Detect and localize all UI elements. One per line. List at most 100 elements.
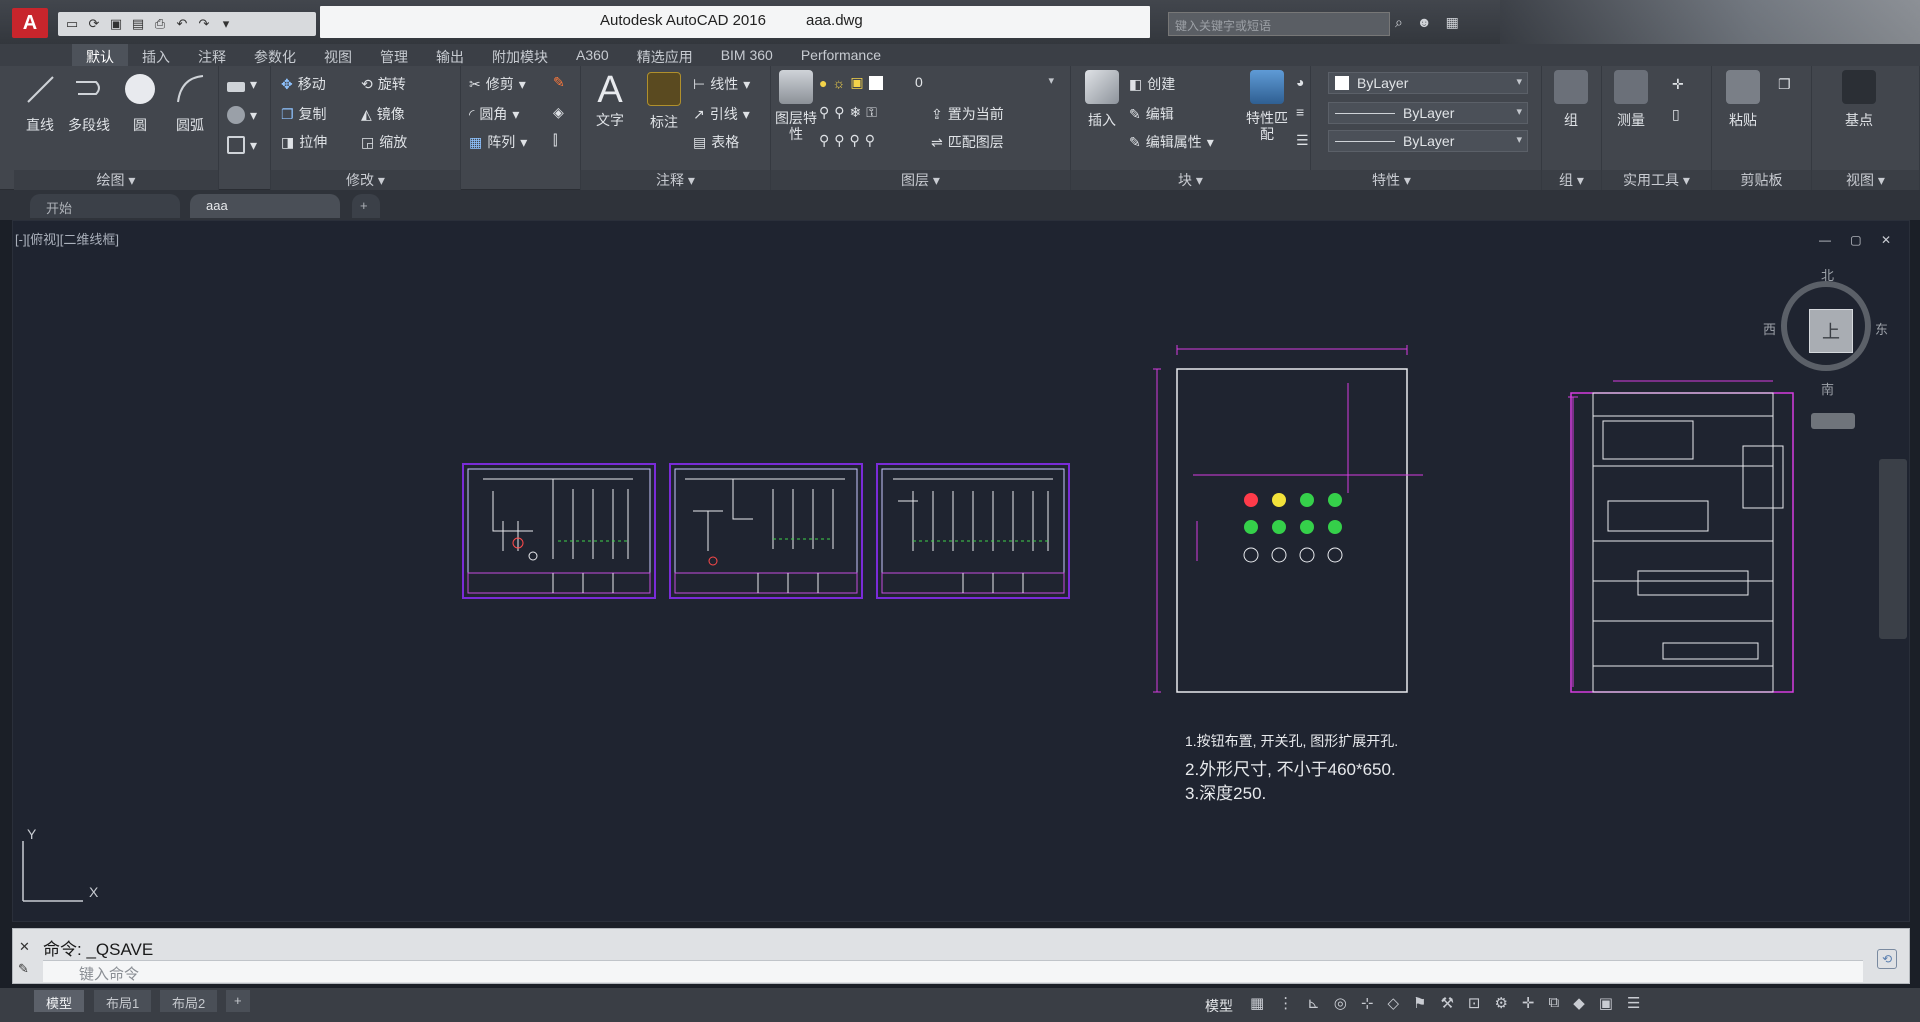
model-tab[interactable]: 模型 (34, 990, 85, 1012)
linetype-dropdown[interactable]: ByLayer (1328, 102, 1528, 124)
panel-modify-title[interactable]: 修改 ▾ (271, 170, 460, 190)
match-layer-button[interactable]: ⇌ 匹配图层 (931, 132, 1004, 152)
viewcube-face[interactable]: 上 (1809, 309, 1853, 353)
make-current-button[interactable]: ⇪ 置为当前 (931, 104, 1004, 124)
panel-utilities-title[interactable]: 实用工具 ▾ (1602, 170, 1711, 190)
panel-view-title[interactable]: 视图 ▾ (1812, 170, 1919, 190)
stretch-button[interactable]: ◨ 拉伸 (281, 132, 327, 152)
explode-button[interactable]: ◈ (553, 104, 564, 121)
panel-layers-title[interactable]: 图层 ▾ (771, 170, 1070, 190)
osnap-icon[interactable]: ⊹ (1361, 994, 1374, 1012)
polar-icon[interactable]: ◎ (1334, 994, 1347, 1012)
snap-icon[interactable]: ⋮ (1278, 994, 1293, 1012)
lineweight-dropdown[interactable]: ByLayer (1328, 130, 1528, 152)
color-wheel-icon[interactable]: ◕ (1296, 74, 1304, 90)
text-button[interactable]: A 文字 (581, 70, 639, 130)
layer-merge-icon[interactable]: ⚲ (834, 132, 844, 149)
line-button[interactable]: 直线 (20, 72, 60, 135)
tab-bim360[interactable]: BIM 360 (707, 44, 787, 66)
tab-a360[interactable]: A360 (562, 44, 623, 66)
user-icon[interactable]: ☻ (1417, 14, 1432, 31)
signin-icon[interactable]: ▦ (1446, 14, 1459, 31)
mirror-button[interactable]: ◭ 镜像 (361, 104, 405, 124)
edit-attributes-button[interactable]: ✎ 编辑属性 ▾ (1129, 132, 1214, 152)
viewcube-east[interactable]: 东 (1875, 319, 1888, 338)
tab-default[interactable]: 默认 (72, 44, 128, 66)
command-options-icon[interactable]: ⟲ (1877, 949, 1897, 969)
panel-properties-title[interactable]: 特性 ▾ (1242, 170, 1541, 190)
isodraft-icon[interactable]: ◇ (1387, 994, 1399, 1012)
close-icon[interactable]: ✕ (19, 939, 30, 955)
plus-icon[interactable]: ✛ (1522, 994, 1535, 1012)
rotate-button[interactable]: ⟲ 旋转 (361, 74, 406, 94)
viewcube-north[interactable]: 北 (1821, 265, 1834, 284)
redo-icon[interactable]: ↷ (196, 16, 212, 32)
command-input[interactable]: 键入命令 (43, 960, 1863, 983)
save-icon[interactable]: ▣ (108, 16, 124, 32)
layer-properties-button[interactable]: 图层特性 (771, 70, 821, 142)
lock-icon[interactable]: ▣ (850, 74, 863, 91)
hatch-tool[interactable]: ▾ (227, 106, 257, 124)
panel-groups-title[interactable]: 组 ▾ (1542, 170, 1601, 190)
new-icon[interactable]: ▭ (64, 16, 80, 32)
customize-icon[interactable]: ☰ (1627, 994, 1640, 1012)
trim-button[interactable]: ✂ 修剪 ▾ (469, 74, 526, 94)
layer-isolate-icon[interactable]: ⚲ (834, 104, 844, 121)
fillet-button[interactable]: ◜ 圆角 ▾ (469, 104, 519, 124)
viewcube-west[interactable]: 西 (1763, 319, 1776, 338)
array-button[interactable]: ▦ 阵列 ▾ (469, 132, 527, 152)
point-icon[interactable]: ✛ (1672, 76, 1684, 93)
sun-icon[interactable]: ☼ (832, 75, 845, 91)
scale-button[interactable]: ◲ 缩放 (361, 132, 407, 152)
layer-thaw-icon[interactable]: ⚲ (865, 132, 875, 149)
lightbulb-icon[interactable]: ● (819, 75, 827, 91)
layer-unisolate-icon[interactable]: ⚲ (850, 132, 860, 149)
layer-freeze-icon[interactable]: ❄ (850, 104, 862, 121)
measure-button[interactable]: 测量 (1604, 70, 1658, 130)
search-input[interactable]: 键入关键字或短语 (1168, 12, 1390, 36)
panel-annotation-title[interactable]: 注释 ▾ (581, 170, 770, 190)
model-space-toggle[interactable]: 模型 (1205, 996, 1233, 1016)
copy-clip-icon[interactable]: ❐ (1778, 76, 1791, 93)
tab-manage[interactable]: 管理 (366, 44, 422, 66)
undo-icon[interactable]: ↶ (174, 16, 190, 32)
layout2-tab[interactable]: 布局2 (160, 990, 218, 1012)
annotation-visibility-icon[interactable]: ⚑ (1413, 994, 1426, 1012)
layer-dropdown[interactable]: 0 (909, 72, 1059, 94)
clean-screen-icon[interactable]: ▣ (1599, 994, 1613, 1012)
doc-tab-start[interactable]: 开始 (30, 194, 180, 218)
binoculars-icon[interactable]: ⌕ (1395, 14, 1403, 31)
group-button[interactable]: 组 (1546, 70, 1596, 130)
arc-button[interactable]: 圆弧 (168, 72, 212, 135)
hardware-accel-icon[interactable]: ◆ (1573, 994, 1585, 1012)
color-dropdown[interactable]: ByLayer (1328, 72, 1528, 94)
create-block-button[interactable]: ◧ 创建 (1129, 74, 1175, 94)
navigation-bar[interactable] (1879, 459, 1907, 639)
tab-parametric[interactable]: 参数化 (240, 44, 310, 66)
boundary-tool[interactable]: ▾ (227, 136, 257, 154)
tab-performance[interactable]: Performance (787, 44, 895, 66)
linear-button[interactable]: ⊢ 线性 ▾ (693, 74, 750, 94)
ortho-icon[interactable]: ⊾ (1307, 994, 1320, 1012)
tab-featured-apps[interactable]: 精选应用 (623, 44, 707, 66)
viewcube[interactable]: 上 北 西 东 南 (1763, 268, 1888, 397)
qat-dropdown-icon[interactable]: ▾ (218, 16, 234, 32)
copy-button[interactable]: ❐ 复制 (281, 104, 327, 124)
layer-color-swatch[interactable] (868, 75, 883, 90)
table-button[interactable]: ▤ 表格 (693, 132, 739, 152)
tab-output[interactable]: 输出 (422, 44, 478, 66)
panel-draw-title[interactable]: 绘图 ▾ (14, 170, 218, 190)
open-icon[interactable]: ⟳ (86, 16, 102, 32)
new-tab-button[interactable]: + (352, 194, 380, 218)
application-menu-button[interactable]: A (12, 8, 48, 38)
isolate-icon[interactable]: ⧉ (1549, 994, 1560, 1012)
tab-insert[interactable]: 插入 (128, 44, 184, 66)
annotation-scale-icon[interactable]: ⚒ (1440, 994, 1453, 1012)
circle-button[interactable]: 圆 (120, 72, 160, 135)
layer-off-icon[interactable]: ⚲ (819, 104, 829, 121)
base-point-button[interactable]: 基点 (1832, 70, 1886, 130)
layout1-tab[interactable]: 布局1 (94, 990, 152, 1012)
save-as-icon[interactable]: ▤ (130, 16, 146, 32)
dimension-button[interactable]: 标注 (637, 72, 691, 132)
polyline-button[interactable]: 多段线 (66, 72, 112, 135)
